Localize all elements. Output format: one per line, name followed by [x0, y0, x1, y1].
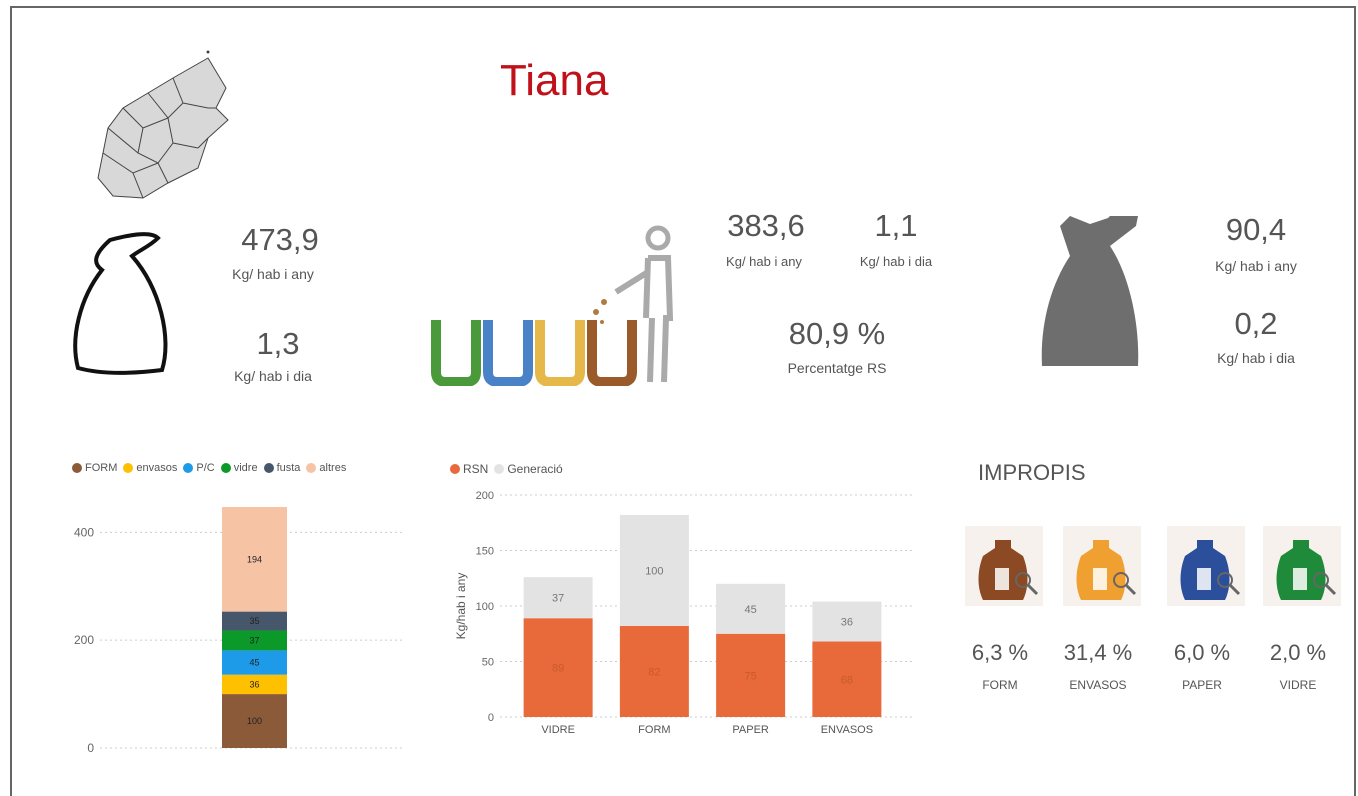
x-tick-label: ENVASOS	[821, 724, 873, 736]
legend-swatch	[183, 463, 194, 473]
impropi-label: VIDRE	[1279, 678, 1317, 692]
data-label: 68	[841, 674, 853, 686]
impropis-title: IMPROPIS	[978, 460, 1086, 485]
data-label: 100	[645, 565, 663, 577]
composition-legend: FORM envasos P/C vidre fusta altres	[72, 462, 350, 474]
x-tick-label: VIDRE	[541, 724, 575, 736]
impropi-bin-icon	[1167, 526, 1245, 606]
legend-item: altres	[306, 462, 346, 474]
impropi-label: ENVASOS	[1069, 678, 1127, 692]
residual-waste-bag-icon	[1041, 216, 1139, 366]
data-label: 37	[552, 593, 564, 605]
legend-item: vidre	[220, 462, 258, 474]
residual-year-unit: Kg/ hab i any	[1215, 258, 1297, 274]
impropi-label: FORM	[982, 678, 1018, 692]
y-tick-label: 150	[476, 546, 494, 558]
rs-day-unit: Kg/ hab i dia	[859, 254, 933, 269]
impropi-label: PAPER	[1182, 678, 1222, 692]
legend-swatch	[220, 463, 231, 473]
bin-content	[995, 568, 1009, 590]
legend-swatch	[72, 463, 82, 473]
legend-swatch	[263, 463, 274, 473]
y-tick-label: 200	[74, 633, 94, 647]
y-tick-label: 400	[74, 525, 94, 539]
rsn-generation-legend: RSN Generació	[450, 462, 567, 476]
total-day-value: 1,3	[256, 326, 300, 361]
y-tick-label: 0	[87, 741, 94, 755]
residual-year-value: 90,4	[1225, 212, 1287, 247]
data-label: 36	[841, 617, 853, 629]
legend-item: fusta	[263, 462, 301, 474]
legend-item: Generació	[494, 462, 563, 476]
composition-chart: 0 200 400 100 36 45 37 35 194	[74, 507, 405, 755]
bin-content	[1293, 568, 1307, 590]
legend-swatch	[306, 463, 317, 473]
legend-label: Generació	[507, 462, 563, 476]
y-tick-label: 200	[476, 490, 494, 502]
legend-label: P/C	[196, 462, 215, 474]
legend-label: envasos	[136, 462, 178, 474]
total-year-unit: Kg/ hab i any	[232, 266, 314, 282]
impropi-percentage: 6,3 %	[971, 640, 1029, 665]
data-label: 89	[552, 663, 564, 675]
legend-swatch	[494, 464, 505, 474]
x-tick-label: FORM	[638, 724, 670, 736]
data-label: 75	[745, 670, 757, 682]
rs-year-unit: Kg/ hab i any	[726, 254, 802, 269]
region-map	[97, 50, 229, 199]
data-label: 82	[648, 666, 660, 678]
legend-label: fusta	[276, 462, 301, 474]
rsn-generation-chart: 0 50 100 150 200 Kg/hab i any 89 37 VIDRE 82 100 FO…	[454, 490, 915, 736]
rs-percentage-value: 80,9 %	[788, 316, 886, 351]
legend-label: FORM	[85, 462, 118, 474]
page-title: Tiana	[500, 56, 609, 105]
y-axis-label: Kg/hab i any	[454, 573, 468, 640]
legend-swatch	[450, 464, 460, 474]
legend-item: envasos	[123, 462, 177, 474]
y-tick-label: 0	[488, 712, 494, 724]
y-tick-label: 100	[476, 601, 494, 613]
data-label: 45	[249, 658, 259, 668]
bin-content	[1093, 568, 1107, 590]
data-label: 37	[249, 635, 259, 645]
legend-item: P/C	[183, 462, 215, 474]
data-label: 36	[249, 679, 259, 689]
x-tick-label: PAPER	[732, 724, 769, 736]
rs-percentage-label: Percentatge RS	[787, 360, 887, 376]
impropi-percentage: 31,4 %	[1063, 640, 1133, 665]
impropi-bin-icon	[1263, 526, 1341, 606]
y-tick-label: 50	[482, 657, 494, 669]
legend-item: RSN	[450, 462, 488, 476]
data-label: 35	[249, 616, 259, 626]
total-day-unit: Kg/ hab i dia	[234, 368, 312, 384]
total-year-value: 473,9	[241, 222, 319, 257]
impropi-percentage: 2,0 %	[1269, 640, 1327, 665]
impropi-percentage: 6,0 %	[1173, 640, 1231, 665]
bin-content	[1197, 568, 1211, 590]
legend-label: RSN	[463, 462, 489, 476]
legend-swatch	[123, 463, 134, 473]
legend-label: altres	[319, 462, 347, 474]
legend-item: FORM	[72, 462, 117, 474]
data-label: 194	[247, 554, 262, 564]
data-label: 45	[745, 604, 757, 616]
legend-label: vidre	[233, 462, 258, 474]
recycling-bins-person-icon	[431, 225, 674, 386]
rs-day-value: 1,1	[874, 208, 918, 243]
rs-year-value: 383,6	[727, 208, 805, 243]
impropi-bin-icon	[965, 526, 1043, 606]
total-waste-bag-icon	[73, 232, 168, 375]
impropi-bin-icon	[1063, 526, 1141, 606]
data-label: 100	[247, 716, 262, 726]
residual-day-unit: Kg/ hab i dia	[1217, 350, 1295, 366]
residual-day-value: 0,2	[1234, 306, 1278, 341]
